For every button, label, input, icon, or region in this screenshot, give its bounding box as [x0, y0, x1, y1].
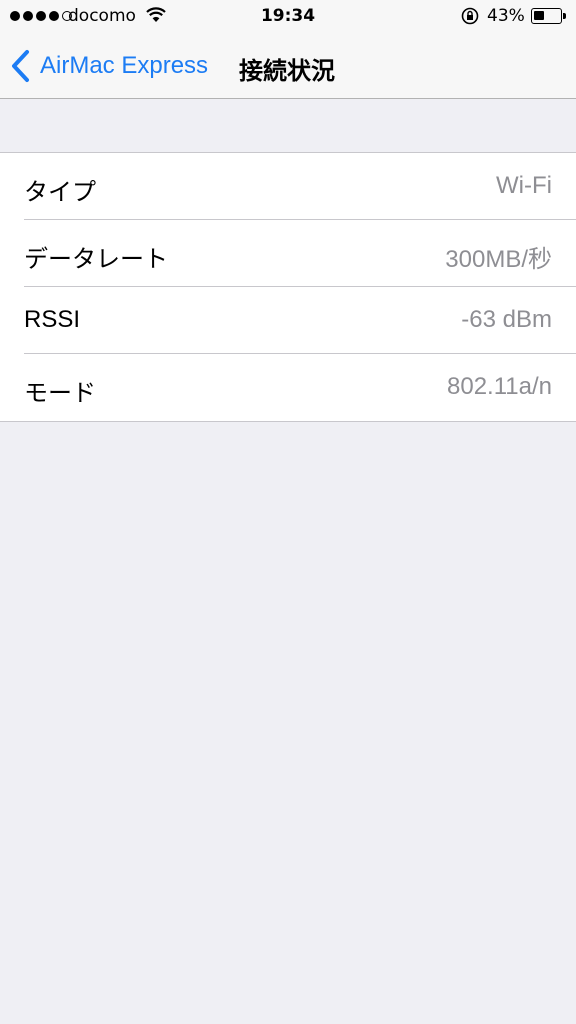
table-row: タイプ Wi-Fi — [0, 153, 576, 220]
status-bar: docomo 19:34 43% — [0, 0, 576, 34]
row-value: 300MB/秒 — [445, 246, 552, 273]
row-value: -63 dBm — [461, 306, 552, 333]
table-row: データレート 300MB/秒 — [0, 220, 576, 287]
table-row: RSSI -63 dBm — [0, 287, 576, 354]
battery-percentage: 43% — [487, 6, 525, 26]
back-button[interactable]: AirMac Express — [10, 48, 208, 84]
page-title: 接続状況 — [239, 57, 335, 85]
row-label: データレート — [24, 246, 168, 273]
rotation-lock-icon — [461, 7, 479, 25]
row-value: 802.11a/n — [447, 373, 552, 400]
row-label: タイプ — [24, 179, 96, 206]
navigation-bar: AirMac Express 接続状況 — [0, 34, 576, 99]
row-label: モード — [24, 380, 96, 407]
row-value: Wi-Fi — [496, 172, 552, 199]
table-row: モード 802.11a/n — [0, 354, 576, 421]
back-button-label: AirMac Express — [40, 52, 209, 79]
row-label: RSSI — [24, 306, 81, 333]
battery-icon — [531, 8, 562, 24]
connection-status-table: タイプ Wi-Fi データレート 300MB/秒 RSSI -63 dBm モー… — [0, 152, 576, 422]
chevron-left-icon — [12, 50, 29, 82]
